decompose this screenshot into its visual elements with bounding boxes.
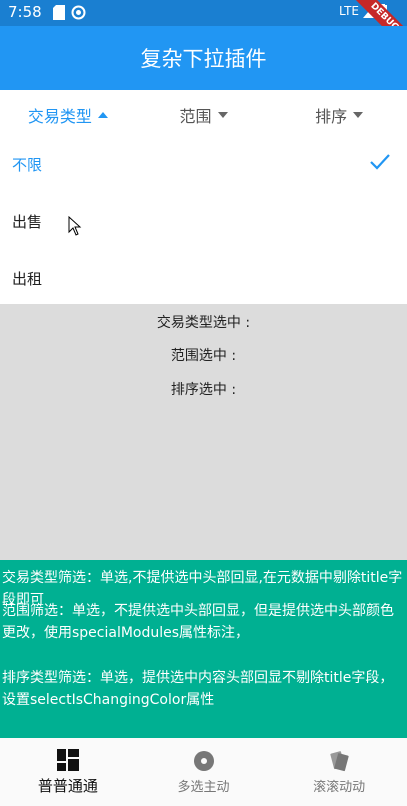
checkmark-icon	[370, 154, 390, 170]
dropdown-overlay[interactable]: 交易类型选中 : 范围选中 : 排序选中 :	[0, 304, 407, 560]
filter-tab-label: 排序	[315, 107, 348, 126]
mouse-pointer-icon	[68, 216, 82, 236]
arrow-down-icon	[353, 112, 364, 118]
nav-label: 多选主动	[177, 779, 230, 795]
bottom-nav: 普普通通 多选主动 滚滚动动	[0, 738, 407, 806]
nav-label: 普普通通	[37, 776, 98, 795]
info-panel: 交易类型筛选：单选,不提供选中头部回显,在元数据中剔除title字段即可 范围筛…	[0, 560, 407, 738]
filter-tab-type[interactable]: 交易类型	[0, 90, 136, 140]
filter-tab-range[interactable]: 范围	[136, 90, 272, 140]
result-sort: 排序选中 :	[170, 382, 237, 398]
info-sort: 排序类型筛选：单选，提供选中内容头部回显不剔除title字段，设置selectI…	[2, 670, 394, 708]
disc-icon	[193, 750, 214, 771]
status-time: 7:58	[8, 3, 42, 21]
filter-tab-label: 范围	[179, 107, 212, 126]
filter-tab-label: 交易类型	[27, 107, 92, 126]
info-range: 范围筛选：单选，不提供选中头部回显，但是提供选中头部颜色更改，使用special…	[2, 603, 394, 641]
option-rent[interactable]: 出租	[0, 250, 407, 307]
network-label: LTE	[339, 4, 359, 18]
sd-card-icon	[53, 5, 65, 20]
arrow-down-icon	[217, 112, 228, 118]
result-range: 范围选中 :	[170, 348, 237, 364]
option-label: 出租	[12, 270, 43, 288]
filter-header: 交易类型 范围 排序	[0, 90, 407, 140]
result-type: 交易类型选中 :	[156, 315, 251, 331]
option-label: 不限	[12, 156, 43, 174]
filter-tab-sort[interactable]: 排序	[271, 90, 407, 140]
arrow-up-icon	[97, 112, 108, 118]
dashboard-icon	[56, 748, 79, 771]
option-label: 出售	[12, 213, 43, 231]
nav-item-scroll[interactable]: 滚滚动动	[271, 738, 407, 806]
nav-item-normal[interactable]: 普普通通	[0, 738, 136, 806]
app-title: 复杂下拉插件	[140, 47, 267, 71]
status-bar: 7:58 LTE DEBUG	[0, 0, 407, 55]
option-sale[interactable]: 出售	[0, 193, 407, 250]
sync-icon	[71, 5, 86, 20]
option-any[interactable]: 不限	[0, 136, 407, 193]
nav-item-multi[interactable]: 多选主动	[136, 738, 272, 806]
nav-label: 滚滚动动	[313, 779, 366, 795]
cards-icon	[330, 750, 349, 771]
app-bar: 复杂下拉插件	[0, 26, 407, 90]
